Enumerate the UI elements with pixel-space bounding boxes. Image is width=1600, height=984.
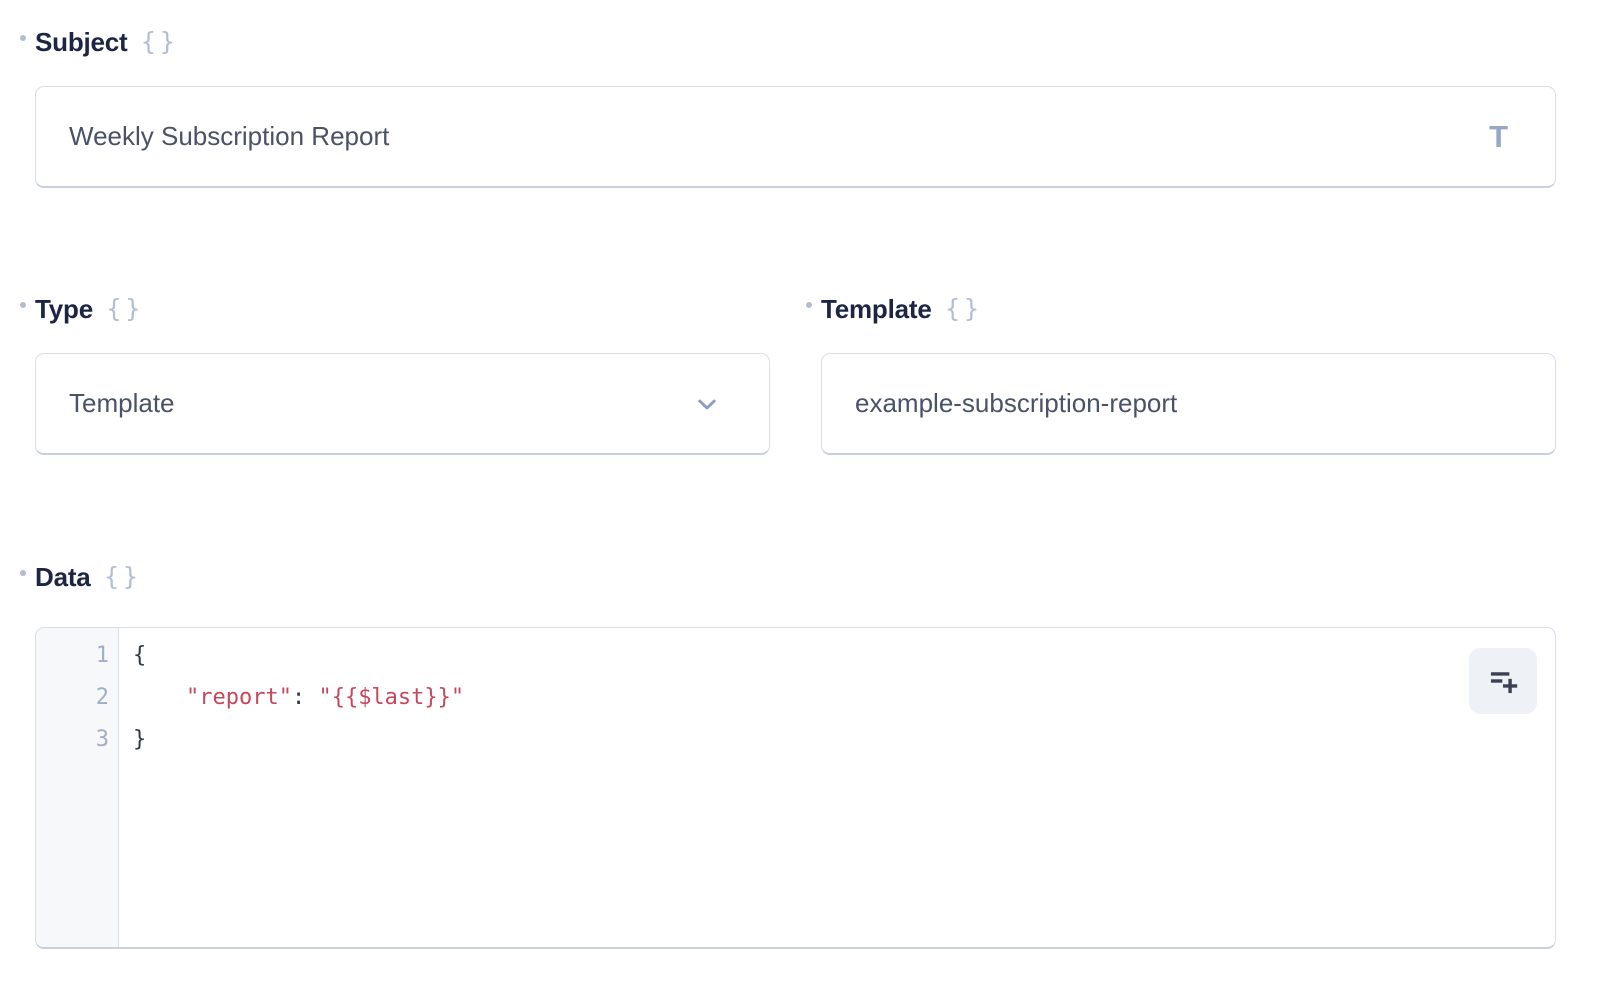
code-token-plain: { xyxy=(133,643,146,668)
data-label: Data xyxy=(35,562,91,593)
code-token-plain xyxy=(133,685,186,710)
template-field-group: Template {} example-subscription-report xyxy=(821,293,1556,455)
template-value: example-subscription-report xyxy=(855,388,1522,419)
subject-input[interactable]: Weekly Subscription Report T xyxy=(35,86,1556,188)
code-area[interactable]: { "report": "{{$last}}"} xyxy=(119,628,1555,947)
code-token-string: "{{$last}}" xyxy=(318,685,464,710)
code-token-plain: : xyxy=(292,685,319,710)
type-selected-value: Template xyxy=(69,388,692,419)
required-dot xyxy=(20,302,26,308)
data-code-editor[interactable]: 123 { "report": "{{$last}}"} xyxy=(35,627,1556,949)
type-label-row: Type {} xyxy=(20,293,770,325)
type-template-row: Type {} Template Template {} example-sub… xyxy=(35,293,1556,455)
code-line[interactable]: } xyxy=(133,719,1555,761)
subject-label: Subject xyxy=(35,27,128,58)
subject-value: Weekly Subscription Report xyxy=(69,121,1489,152)
code-token-plain: } xyxy=(133,727,146,752)
line-number: 1 xyxy=(36,635,109,677)
type-field-group: Type {} Template xyxy=(35,293,770,455)
parameters-panel: Subject {} Weekly Subscription Report T … xyxy=(0,0,1600,949)
format-list-plus-icon xyxy=(1486,664,1520,698)
chevron-down-icon[interactable] xyxy=(692,389,722,419)
line-number: 2 xyxy=(36,677,109,719)
format-json-button[interactable] xyxy=(1469,648,1537,714)
expression-braces-icon[interactable]: {} xyxy=(104,562,142,591)
subject-label-row: Subject {} xyxy=(20,26,1556,58)
type-label: Type xyxy=(35,294,93,325)
expression-braces-icon[interactable]: {} xyxy=(945,294,983,323)
line-number-gutter: 123 xyxy=(36,628,119,947)
code-line[interactable]: { xyxy=(133,635,1555,677)
template-label-row: Template {} xyxy=(806,293,1556,325)
text-mode-icon[interactable]: T xyxy=(1489,119,1508,155)
required-dot xyxy=(20,35,26,41)
template-input[interactable]: example-subscription-report xyxy=(821,353,1556,455)
line-number: 3 xyxy=(36,719,109,761)
template-label: Template xyxy=(821,294,932,325)
code-line[interactable]: "report": "{{$last}}" xyxy=(133,677,1555,719)
expression-braces-icon[interactable]: {} xyxy=(141,27,179,56)
data-label-row: Data {} xyxy=(20,561,1556,593)
type-select[interactable]: Template xyxy=(35,353,770,455)
required-dot xyxy=(20,570,26,576)
subject-field-group: Subject {} Weekly Subscription Report T xyxy=(35,26,1556,188)
code-token-string: "report" xyxy=(186,685,292,710)
data-field-group: Data {} 123 { "report": "{{$last}}"} xyxy=(35,561,1556,949)
required-dot xyxy=(806,302,812,308)
expression-braces-icon[interactable]: {} xyxy=(106,294,144,323)
